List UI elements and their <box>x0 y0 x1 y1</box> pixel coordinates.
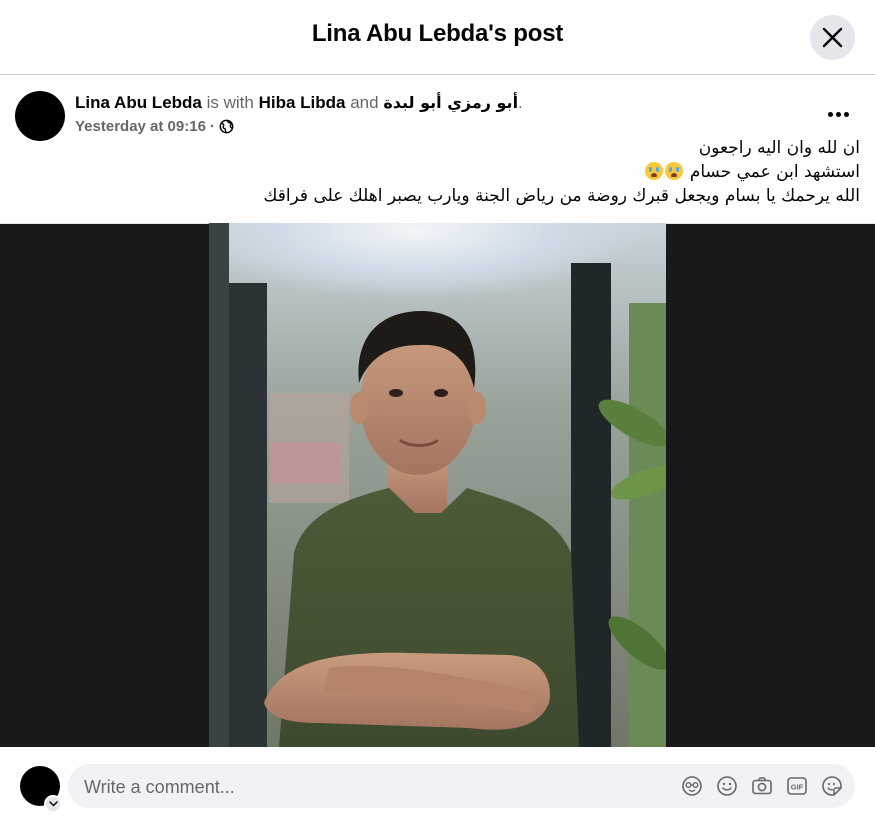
photo-viewer <box>0 223 875 747</box>
emoji-icon[interactable] <box>716 775 738 797</box>
gif-icon[interactable]: GIF <box>786 775 808 797</box>
post-header-line: Lina Abu Lebda is with Hiba Libda and أب… <box>75 93 523 113</box>
post-photo[interactable] <box>209 223 666 747</box>
author-name-link[interactable]: Lina Abu Lebda <box>75 93 202 112</box>
more-options-icon-dot <box>836 112 841 117</box>
comment-box: GIF <box>68 764 855 810</box>
modal-title: Lina Abu Lebda's post <box>311 20 564 47</box>
post-text-line-2-text: استشهد ابن عمي حسام <box>689 162 860 182</box>
author-avatar[interactable] <box>15 91 65 141</box>
separator-dot: · <box>209 118 215 135</box>
timestamp-link[interactable]: Yesterday at 09:16 <box>75 118 206 135</box>
tagged-person-link-1[interactable]: Hiba Libda <box>259 93 346 112</box>
avatar-sticker-icon[interactable] <box>681 775 703 797</box>
crying-face-emoji-icon <box>645 162 664 180</box>
close-icon <box>822 27 843 48</box>
sticker-icon[interactable] <box>821 775 843 797</box>
tagged-person-link-2[interactable]: أبو رمزي أبو لبدة <box>383 93 518 112</box>
post-text-line-3: الله يرحمك يا بسام ويجعل قبرك روضة من ري… <box>263 186 860 206</box>
chevron-down-icon <box>49 801 58 807</box>
more-options-button[interactable] <box>823 100 855 128</box>
close-button[interactable] <box>810 15 855 60</box>
post-text: ان لله وان اليه راجعون استشهد ابن عمي حس… <box>160 136 860 208</box>
period-text: . <box>518 93 523 112</box>
post-time-line: Yesterday at 09:16 · <box>75 118 234 135</box>
comment-input[interactable] <box>82 764 646 810</box>
post-text-line-1: ان لله وان اليه راجعون <box>698 138 860 158</box>
and-text: and <box>350 93 379 112</box>
svg-text:GIF: GIF <box>791 783 804 792</box>
profile-switch-badge[interactable] <box>44 795 62 813</box>
globe-icon[interactable] <box>219 119 234 134</box>
crying-face-emoji-icon <box>665 162 684 180</box>
post-text-line-2: استشهد ابن عمي حسام <box>160 160 860 184</box>
camera-icon[interactable] <box>751 775 773 797</box>
modal-header: Lina Abu Lebda's post <box>0 0 875 75</box>
more-options-icon-dot <box>844 112 849 117</box>
more-options-icon <box>828 112 833 117</box>
with-text: is with <box>206 93 254 112</box>
